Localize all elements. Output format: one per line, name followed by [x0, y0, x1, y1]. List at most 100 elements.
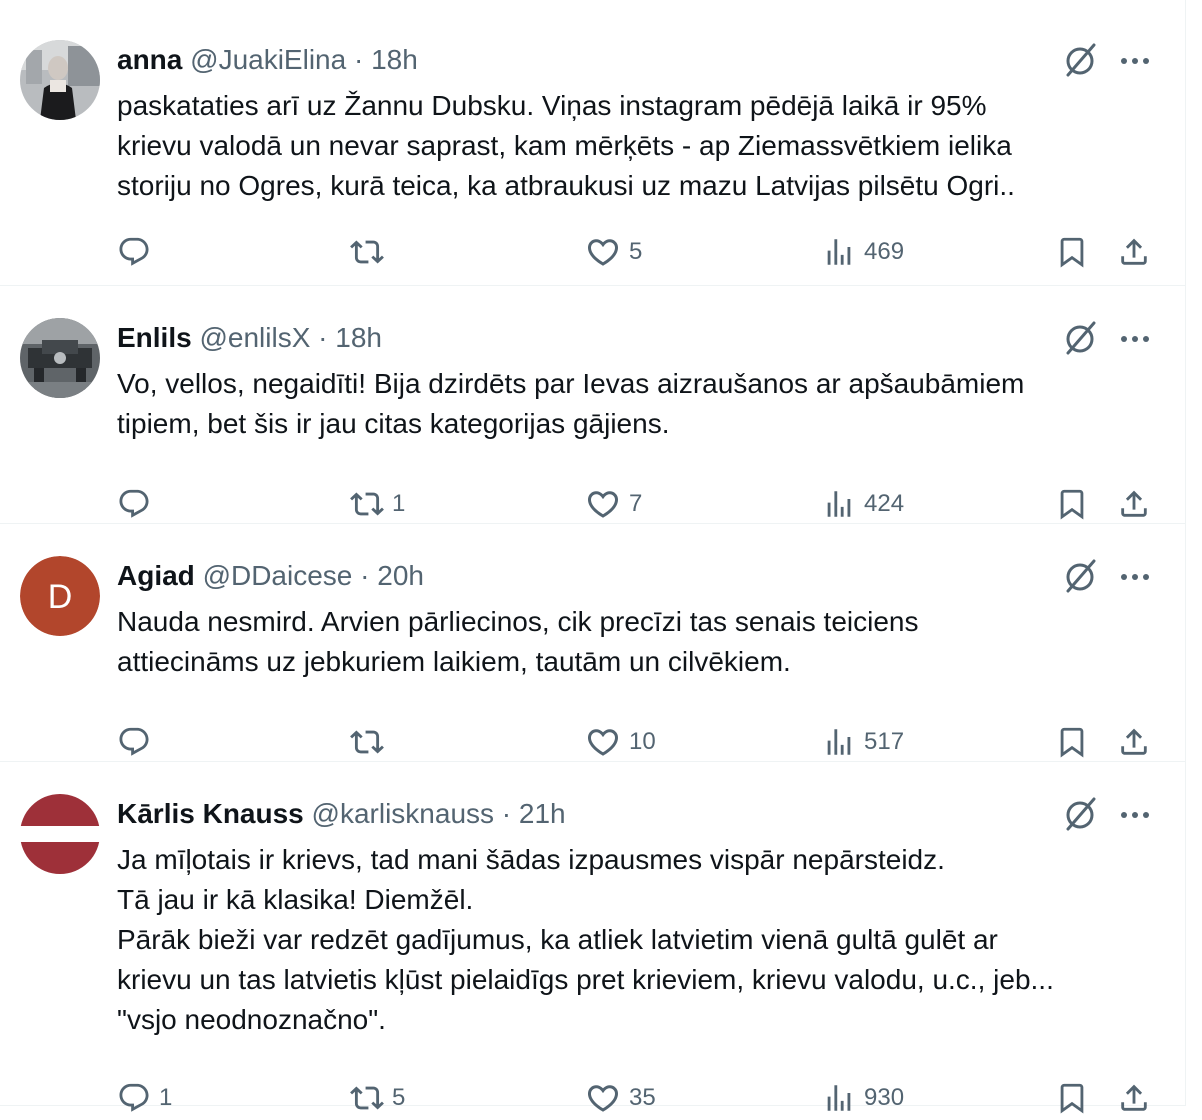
reposts-count: 5 — [392, 1084, 406, 1111]
reply-icon — [117, 235, 151, 269]
separator-dot: · — [501, 798, 512, 829]
more-icon[interactable] — [1115, 41, 1155, 81]
user-handle[interactable]: @karlisknauss — [312, 798, 494, 829]
like-icon — [585, 234, 621, 270]
more-icon[interactable] — [1115, 795, 1155, 835]
share-button[interactable] — [1117, 230, 1151, 274]
separator-dot: · — [353, 44, 364, 75]
repost-button[interactable] — [350, 230, 392, 274]
grok-icon[interactable] — [1060, 41, 1100, 81]
share-button[interactable] — [1117, 720, 1151, 764]
tweet[interactable]: Kārlis Knauss @karlisknauss · 21h Ja mīļo… — [0, 762, 1186, 1114]
views-icon — [822, 235, 856, 269]
grok-icon[interactable] — [1060, 557, 1100, 597]
display-name[interactable]: Agiad — [117, 560, 195, 591]
tweet-text-line: krievu valodā un nevar saprast, kam mērķ… — [117, 130, 1012, 161]
tweet[interactable]: Enlils @enlilsX · 18h Vo, vellos, negaidī… — [0, 286, 1186, 524]
bookmark-icon — [1055, 725, 1089, 759]
more-icon[interactable] — [1115, 557, 1155, 597]
avatar[interactable] — [20, 794, 100, 874]
like-icon — [585, 724, 621, 760]
share-icon — [1117, 235, 1151, 269]
views-count: 469 — [864, 238, 905, 265]
avatar[interactable] — [20, 318, 100, 398]
avatar[interactable] — [20, 40, 100, 120]
views-button[interactable]: 424 — [822, 482, 904, 526]
reply-button[interactable]: 1 — [117, 1076, 172, 1120]
grok-icon[interactable] — [1060, 795, 1100, 835]
timestamp[interactable]: 18h — [335, 322, 382, 353]
tweet-text-line: paskataties arī uz Žannu Dubsku. Viņas i… — [117, 90, 987, 121]
tweet-text-line: "vsjo neodnoznačno". — [117, 1004, 386, 1035]
reply-button[interactable] — [117, 720, 159, 764]
action-bar: 1 7 424 — [0, 482, 1186, 526]
repost-button[interactable]: 5 — [350, 1076, 405, 1120]
like-button[interactable]: 35 — [585, 1076, 656, 1120]
display-name[interactable]: Kārlis Knauss — [117, 798, 304, 829]
display-name[interactable]: anna — [117, 44, 182, 75]
repost-icon — [350, 1081, 384, 1115]
timestamp[interactable]: 18h — [371, 44, 418, 75]
repost-button[interactable]: 1 — [350, 482, 405, 526]
tweet-text: paskataties arī uz Žannu Dubsku. Viņas i… — [117, 86, 1127, 206]
user-handle[interactable]: @enlilsX — [199, 322, 310, 353]
avatar[interactable]: D — [20, 556, 100, 636]
user-handle[interactable]: @DDaicese — [203, 560, 353, 591]
views-button[interactable]: 517 — [822, 720, 904, 764]
user-handle[interactable]: @JuakiElina — [190, 44, 346, 75]
like-button[interactable]: 10 — [585, 720, 656, 764]
like-icon — [585, 1080, 621, 1116]
views-icon — [822, 1081, 856, 1115]
timestamp[interactable]: 21h — [519, 798, 566, 829]
tweet-text: Ja mīļotais ir krievs, tad mani šādas iz… — [117, 840, 1127, 1040]
share-icon — [1117, 1081, 1151, 1115]
timestamp[interactable]: 20h — [377, 560, 424, 591]
likes-count: 10 — [629, 728, 656, 755]
tweet-text-line: storiju no Ogres, kurā teica, ka atbrauk… — [117, 170, 1015, 201]
avatar-letter: D — [48, 578, 73, 616]
repost-icon — [350, 235, 384, 269]
likes-count: 7 — [629, 490, 643, 517]
tweet[interactable]: anna @JuakiElina · 18h paskataties arī uz… — [0, 8, 1186, 286]
grok-icon[interactable] — [1060, 319, 1100, 359]
more-icon[interactable] — [1115, 319, 1155, 359]
bookmark-icon — [1055, 487, 1089, 521]
bookmark-icon — [1055, 1081, 1089, 1115]
views-icon — [822, 725, 856, 759]
separator-dot: · — [360, 560, 370, 591]
like-icon — [585, 486, 621, 522]
share-icon — [1117, 725, 1151, 759]
repost-button[interactable] — [350, 720, 392, 764]
tweet-text-line: tipiem, bet šis ir jau citas kategorijas… — [117, 408, 670, 439]
like-button[interactable]: 5 — [585, 230, 642, 274]
repost-icon — [350, 725, 384, 759]
tweet-text: Vo, vellos, negaidīti! Bija dzirdēts par… — [117, 364, 1127, 444]
views-button[interactable]: 930 — [822, 1076, 904, 1120]
share-button[interactable] — [1117, 1076, 1151, 1120]
views-button[interactable]: 469 — [822, 230, 904, 274]
tweet-text: Nauda nesmird. Arvien pārliecinos, cik p… — [117, 602, 1127, 682]
share-button[interactable] — [1117, 482, 1151, 526]
reply-icon — [117, 1081, 151, 1115]
display-name[interactable]: Enlils — [117, 322, 192, 353]
bookmark-button[interactable] — [1055, 1076, 1089, 1120]
views-count: 424 — [864, 490, 905, 517]
share-icon — [1117, 487, 1151, 521]
likes-count: 5 — [629, 238, 643, 265]
bookmark-button[interactable] — [1055, 230, 1089, 274]
reply-button[interactable] — [117, 482, 159, 526]
tweet-text-line: attiecināms uz jebkuriem laikiem, tautām… — [117, 646, 791, 677]
tweet-text-line: Ja mīļotais ir krievs, tad mani šādas iz… — [117, 844, 945, 875]
action-bar: 5 469 — [0, 230, 1186, 274]
bookmark-button[interactable] — [1055, 482, 1089, 526]
bookmark-icon — [1055, 235, 1089, 269]
tweet-text-line: Tā jau ir kā klasika! Diemžēl. — [117, 884, 474, 915]
tweet-text-line: krievu un tas latvietis kļūst pielaidīgs… — [117, 964, 1054, 995]
reply-button[interactable] — [117, 230, 159, 274]
repost-icon — [350, 487, 384, 521]
reply-icon — [117, 725, 151, 759]
bookmark-button[interactable] — [1055, 720, 1089, 764]
tweet[interactable]: D Agiad @DDaicese · 20h Nauda nesmird. Arv… — [0, 524, 1186, 762]
like-button[interactable]: 7 — [585, 482, 642, 526]
separator-dot: · — [318, 322, 328, 353]
